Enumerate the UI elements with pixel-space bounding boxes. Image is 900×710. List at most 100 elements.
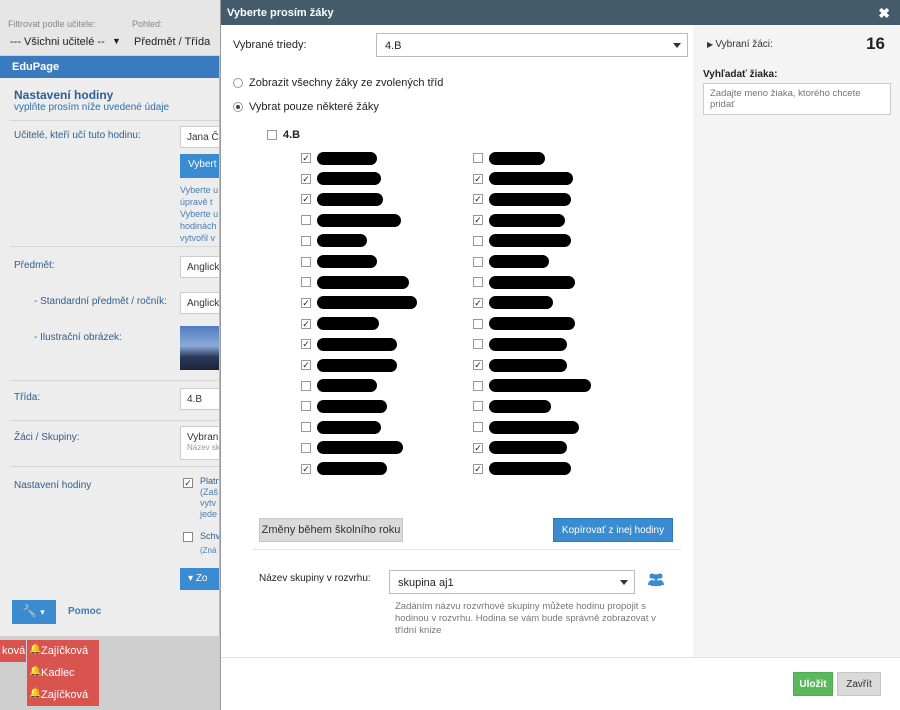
illustration-image[interactable] [180, 326, 219, 370]
student-checkbox[interactable] [473, 422, 483, 433]
student-checkbox[interactable]: ✓ [301, 173, 311, 184]
student-checkbox[interactable] [301, 215, 311, 226]
student-row[interactable]: ✓ [473, 213, 565, 227]
student-row[interactable] [473, 317, 575, 331]
student-row[interactable] [473, 337, 567, 351]
student-checkbox[interactable] [301, 256, 311, 267]
student-row[interactable]: ✓ [301, 358, 397, 372]
radio-select-some[interactable]: Vybrat pouze některé žáky [233, 101, 379, 113]
student-checkbox[interactable] [301, 235, 311, 246]
student-row[interactable]: ✓ [473, 172, 573, 186]
close-icon[interactable]: ✖ [878, 5, 890, 22]
student-row[interactable] [473, 399, 551, 413]
view-select[interactable]: Předmět / Třída [134, 36, 210, 48]
radio-button[interactable] [233, 102, 243, 112]
student-checkbox[interactable]: ✓ [301, 463, 311, 474]
student-row[interactable] [301, 213, 401, 227]
student-row[interactable]: ✓ [301, 172, 381, 186]
teacher-field[interactable]: Jana Č [180, 126, 219, 148]
student-row[interactable] [473, 151, 545, 165]
student-checkbox[interactable] [473, 277, 483, 288]
student-row[interactable] [301, 255, 377, 269]
subject-select[interactable]: Anglick [180, 256, 219, 278]
student-checkbox[interactable]: ✓ [301, 194, 311, 205]
student-row[interactable]: ✓ [473, 358, 567, 372]
approve-checkbox[interactable] [183, 532, 193, 542]
timetable-cell[interactable]: 🔔 Kadlec [27, 662, 99, 684]
student-row[interactable]: ✓ [301, 462, 387, 476]
student-row[interactable] [301, 441, 403, 455]
student-checkbox[interactable] [301, 380, 311, 391]
student-row[interactable]: ✓ [473, 192, 571, 206]
class-group-header[interactable]: 4.B [267, 129, 300, 141]
student-checkbox[interactable]: ✓ [473, 360, 483, 370]
student-checkbox[interactable] [301, 422, 311, 433]
student-row[interactable] [473, 379, 591, 393]
timetable-cell[interactable]: 🔔 Zajíčková [27, 684, 99, 706]
student-checkbox[interactable] [473, 318, 483, 329]
search-student-input[interactable] [703, 83, 891, 115]
standard-subject-select[interactable]: Anglick [180, 292, 219, 314]
student-row[interactable] [301, 399, 387, 413]
radio-show-all[interactable]: Zobrazit všechny žáky ze zvolených tříd [233, 77, 443, 89]
student-row[interactable]: ✓ [473, 462, 571, 476]
student-checkbox[interactable] [473, 235, 483, 246]
student-checkbox[interactable]: ✓ [301, 318, 311, 329]
subject-label: Předmět: [14, 260, 55, 271]
student-checkbox[interactable]: ✓ [473, 215, 483, 226]
student-row[interactable]: ✓ [301, 317, 379, 331]
timetable-cell[interactable]: 🔔 Zajíčková [27, 640, 99, 662]
student-row[interactable] [301, 234, 367, 248]
student-row[interactable] [473, 275, 575, 289]
student-checkbox[interactable]: ✓ [473, 173, 483, 184]
student-row[interactable] [473, 255, 549, 269]
student-checkbox[interactable] [473, 380, 483, 391]
student-row[interactable] [301, 275, 409, 289]
copy-from-lesson-button[interactable]: Kopírovať z inej hodiny [553, 518, 673, 542]
users-group-icon[interactable] [647, 572, 665, 589]
teacher-filter-select[interactable]: --- Všichni učitelé -- [10, 36, 105, 48]
save-button[interactable]: Uložit [793, 672, 833, 696]
changes-during-year-button[interactable]: Změny během školního roku [259, 518, 403, 542]
student-checkbox[interactable]: ✓ [473, 463, 483, 474]
student-checkbox[interactable]: ✓ [301, 339, 311, 350]
select-teacher-button[interactable]: Vybert [180, 154, 219, 178]
redacted-student-name [317, 462, 387, 475]
student-row[interactable]: ✓ [301, 192, 383, 206]
help-link[interactable]: Pomoc [68, 606, 101, 617]
valid-checkbox[interactable]: ✓ [183, 478, 193, 488]
student-row[interactable]: ✓ [301, 151, 377, 165]
student-checkbox[interactable] [473, 153, 483, 163]
student-checkbox[interactable] [473, 401, 483, 412]
radio-button[interactable] [233, 78, 243, 88]
student-checkbox[interactable]: ✓ [301, 360, 311, 370]
student-row[interactable] [473, 234, 571, 248]
student-checkbox[interactable] [301, 442, 311, 453]
student-checkbox[interactable] [473, 339, 483, 350]
tools-button[interactable]: 🔧 ▾ [12, 600, 56, 624]
student-checkbox[interactable]: ✓ [301, 297, 311, 308]
timetable-cell[interactable]: ková [0, 640, 26, 662]
class-field[interactable]: 4.B [180, 388, 219, 410]
student-row[interactable] [473, 420, 579, 434]
student-checkbox[interactable]: ✓ [473, 297, 483, 308]
classes-select[interactable]: 4.B [376, 33, 688, 57]
students-field[interactable]: Vybran Název sk [180, 426, 219, 460]
student-row[interactable] [301, 420, 381, 434]
student-checkbox[interactable]: ✓ [473, 442, 483, 453]
student-checkbox[interactable] [473, 256, 483, 267]
ok-button[interactable]: ▾ Zo [180, 568, 219, 590]
selected-students-label[interactable]: ▶ Vybraní žáci: [707, 39, 773, 50]
student-checkbox[interactable]: ✓ [301, 153, 311, 163]
student-row[interactable]: ✓ [301, 296, 417, 310]
student-checkbox[interactable] [301, 401, 311, 412]
student-checkbox[interactable]: ✓ [473, 194, 483, 205]
close-button[interactable]: Zavřít [837, 672, 881, 696]
student-row[interactable]: ✓ [301, 337, 397, 351]
student-row[interactable]: ✓ [473, 441, 567, 455]
class-checkbox[interactable] [267, 130, 277, 140]
student-row[interactable] [301, 379, 377, 393]
student-row[interactable]: ✓ [473, 296, 553, 310]
group-name-select[interactable]: skupina aj1 [389, 570, 635, 594]
student-checkbox[interactable] [301, 277, 311, 288]
